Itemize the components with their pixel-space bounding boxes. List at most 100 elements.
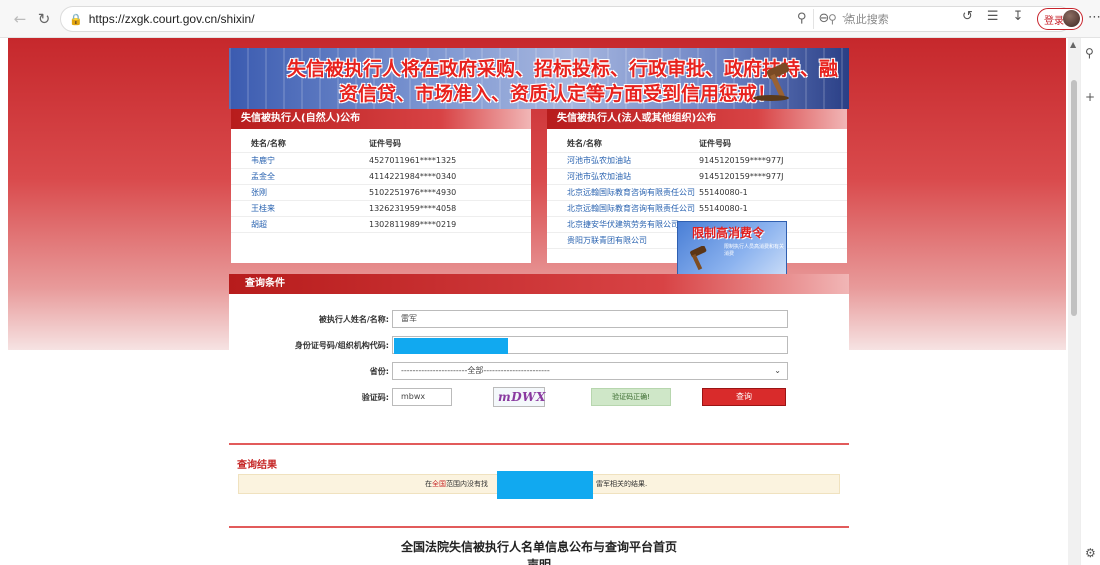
download-icon[interactable]: ↧: [1013, 9, 1024, 24]
login-button[interactable]: 登录: [1037, 8, 1083, 30]
province-row: 省份: -----------------------全部-----------…: [229, 361, 849, 381]
list-item-name[interactable]: 王桂来: [251, 203, 369, 214]
captcha-label: 验证码:: [361, 392, 389, 402]
extensions-icon[interactable]: ↺: [962, 9, 973, 24]
list-item-id: 1326231959****4058: [369, 204, 457, 213]
settings-icon[interactable]: ⚙: [1085, 546, 1096, 560]
list-item[interactable]: 张刚 5102251976****4930: [231, 185, 531, 201]
list-item-name[interactable]: 河池市弘农加油站: [567, 155, 699, 166]
captcha-row: 验证码: mbwx mDWX 验证码正确! 查询: [229, 387, 849, 407]
list-item[interactable]: 胡超 1302811989****0219: [231, 217, 531, 233]
consumption-restriction-ad[interactable]: 限制高消费令 限制执行人员高消费和有关消费: [677, 221, 787, 275]
captcha-input[interactable]: mbwx: [392, 388, 452, 406]
address-bar[interactable]: 🔒 https://zxgk.court.gov.cn/shixin/ ⚲ ⊖ …: [60, 6, 1072, 32]
prefix-text: 在: [425, 480, 432, 488]
url-text[interactable]: https://zxgk.court.gov.cn/shixin/: [89, 12, 255, 26]
list-item-name[interactable]: 张刚: [251, 187, 369, 198]
list-item[interactable]: 北京远翰国际教育咨询有限责任公司 55140080-1: [547, 185, 847, 201]
id-row: 身份证号码/组织机构代码:: [229, 335, 849, 355]
col-name: 姓名/名称: [251, 139, 286, 148]
col-name: 姓名/名称: [567, 139, 602, 148]
natural-person-list: 韦鹿宁 4527011961****1325 孟金全 4114221984****03…: [231, 153, 531, 233]
footer-section: 全国法院失信被执行人名单信息公布与查询平台首页 声明: [229, 526, 849, 565]
captcha-image[interactable]: mDWX: [493, 387, 545, 407]
avatar: [1063, 10, 1080, 27]
list-item[interactable]: 河池市弘农加油站 9145120159****977J: [547, 153, 847, 169]
table-header: 姓名/名称 证件号码: [231, 135, 531, 153]
list-item-id: 4114221984****0340: [369, 172, 457, 181]
search-placeholder: 点此搜索: [844, 13, 889, 26]
list-item[interactable]: 北京远翰国际教育咨询有限责任公司 55140080-1: [547, 201, 847, 217]
list-item-name[interactable]: 北京远翰国际教育咨询有限责任公司: [567, 187, 699, 198]
list-item-name[interactable]: 北京远翰国际教育咨询有限责任公司: [567, 203, 699, 214]
table-header: 姓名/名称 证件号码: [547, 135, 847, 153]
scope-text: 全国: [432, 480, 446, 488]
list-item-name[interactable]: 孟金全: [251, 171, 369, 182]
query-form: 查询条件 被执行人姓名/名称: 雷军 身份证号码/组织机构代码: 省份: ---…: [229, 274, 849, 407]
natural-person-title: 失信被执行人(自然人)公布: [231, 109, 531, 129]
captcha-status: 验证码正确!: [591, 388, 671, 406]
query-button[interactable]: 查询: [702, 388, 786, 406]
gavel-icon: [690, 246, 707, 271]
list-item-id: 5102251976****4930: [369, 188, 457, 197]
col-id: 证件号码: [369, 139, 401, 148]
results-message: 在全国范围内没有找 雷军相关的结果.: [238, 471, 840, 499]
list-item-name[interactable]: 韦鹿宁: [251, 155, 369, 166]
province-label: 省份:: [369, 366, 389, 376]
chevron-down-icon: ⌄: [774, 366, 781, 375]
search-icon[interactable]: ⚲: [1085, 46, 1094, 60]
suffix-text: 相关的结果.: [610, 480, 648, 488]
browser-toolbar: ← ↻ 🔒 https://zxgk.court.gov.cn/shixin/ …: [0, 0, 1100, 38]
refresh-icon[interactable]: ↻: [32, 7, 56, 31]
list-item-id: 9145120159****977J: [699, 156, 784, 165]
favorites-list-icon[interactable]: ☰: [987, 9, 999, 24]
warning-banner: 失信被执行人将在政府采购、招标投标、行政审批、政府扶持、融 资信贷、市场准入、资…: [229, 48, 849, 109]
list-item-id: 1302811989****0219: [369, 220, 457, 229]
province-select[interactable]: -----------------------全部---------------…: [392, 362, 788, 380]
footer-title: 全国法院失信被执行人名单信息公布与查询平台首页: [400, 540, 677, 554]
name-input[interactable]: 雷军: [392, 310, 788, 328]
province-value: -----------------------全部---------------…: [401, 366, 550, 375]
scroll-thumb[interactable]: [1071, 80, 1077, 316]
col-id: 证件号码: [699, 139, 731, 148]
results-title: 查询结果: [237, 460, 277, 471]
page-content: 失信被执行人将在政府采购、招标投标、行政审批、政府扶持、融 资信贷、市场准入、资…: [8, 38, 1066, 565]
back-icon[interactable]: ←: [8, 7, 32, 31]
legal-person-title: 失信被执行人(法人或其他组织)公布: [547, 109, 847, 129]
list-item[interactable]: 孟金全 4114221984****0340: [231, 169, 531, 185]
list-item-name[interactable]: 河池市弘农加油站: [567, 171, 699, 182]
list-item[interactable]: 河池市弘农加油站 9145120159****977J: [547, 169, 847, 185]
list-item-id: 9145120159****977J: [699, 172, 784, 181]
list-item[interactable]: 韦鹿宁 4527011961****1325: [231, 153, 531, 169]
redaction-mask: [394, 338, 508, 354]
add-icon[interactable]: +: [1085, 90, 1095, 104]
scrollbar[interactable]: ▲: [1068, 38, 1080, 565]
id-label: 身份证号码/组织机构代码:: [294, 340, 389, 350]
id-number-input[interactable]: [392, 336, 788, 354]
list-item-id: 55140080-1: [699, 204, 748, 213]
side-panel: ⚲ + ⚙: [1080, 38, 1100, 565]
list-item-id: 55140080-1: [699, 188, 748, 197]
middle-text: 范围内没有找: [446, 480, 488, 488]
login-label: 登录: [1044, 15, 1064, 27]
results-section: 查询结果 在全国范围内没有找 雷军相关的结果.: [229, 443, 849, 511]
lists-section: 失信被执行人(自然人)公布 姓名/名称 证件号码 韦鹿宁 4527011961**…: [229, 109, 849, 275]
list-item[interactable]: 王桂来 1326231959****4058: [231, 201, 531, 217]
scroll-up-icon[interactable]: ▲: [1070, 40, 1076, 49]
name-label: 被执行人姓名/名称:: [318, 314, 389, 324]
ad-subtitle: 限制执行人员高消费和有关消费: [724, 244, 785, 257]
gavel-icon: [753, 62, 790, 101]
more-icon[interactable]: ⋯: [1088, 10, 1100, 25]
lock-icon: 🔒: [69, 12, 83, 26]
footer-subtitle: 声明: [526, 558, 551, 565]
query-title: 查询条件: [229, 274, 849, 294]
list-item-name[interactable]: 胡超: [251, 219, 369, 230]
banner-line2: 资信贷、市场准入、资质认定等方面受到信用惩戒！: [339, 83, 777, 105]
results-text-suffix: 雷军相关的结果.: [596, 475, 647, 493]
results-text-prefix: 在全国范围内没有找: [425, 475, 488, 493]
zoom-icon[interactable]: ⚲: [797, 11, 807, 26]
name-row: 被执行人姓名/名称: 雷军: [229, 309, 849, 329]
natural-person-panel: 失信被执行人(自然人)公布 姓名/名称 证件号码 韦鹿宁 4527011961**…: [231, 109, 531, 263]
list-item-id: 4527011961****1325: [369, 156, 457, 165]
redaction-mask: [497, 471, 593, 499]
